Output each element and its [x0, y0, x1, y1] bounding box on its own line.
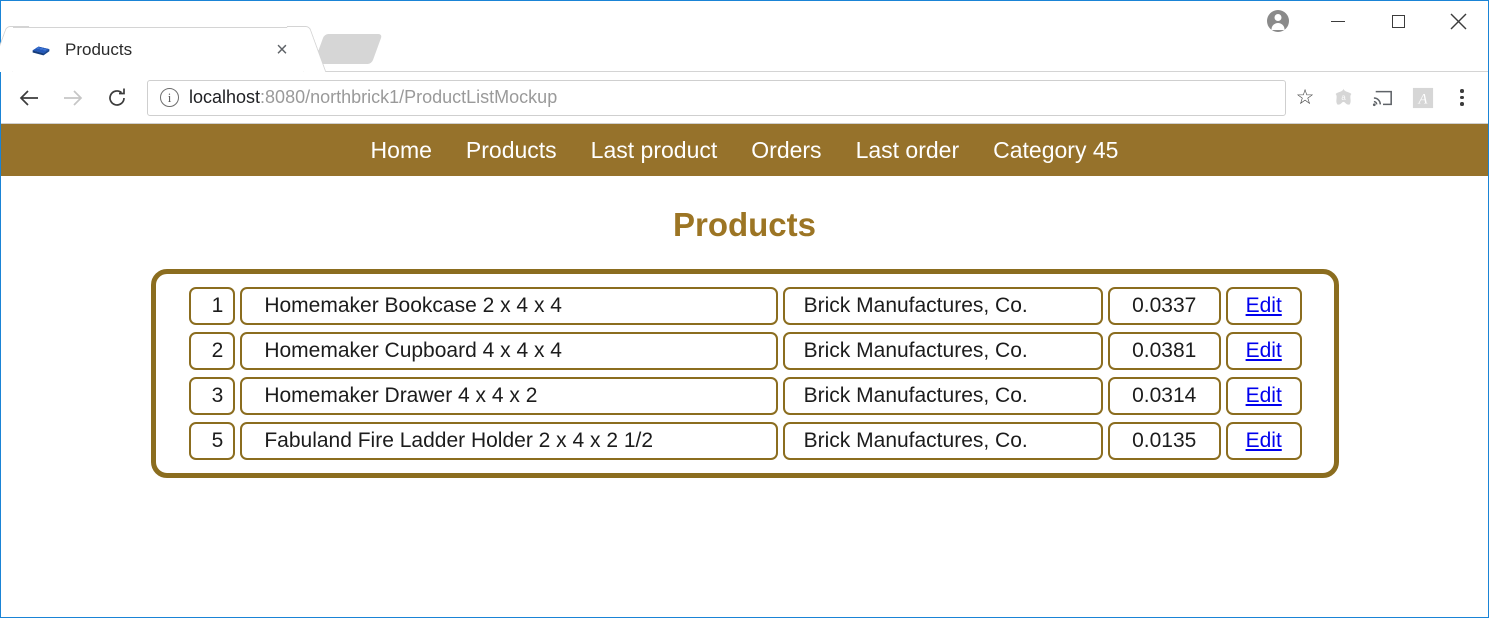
- product-manufacturer-cell: Brick Manufactures, Co.: [782, 332, 1103, 370]
- svg-text:A: A: [1418, 91, 1428, 107]
- edit-link[interactable]: Edit: [1246, 384, 1282, 408]
- product-list-table: 1 Homemaker Bookcase 2 x 4 x 4 Brick Man…: [150, 269, 1339, 478]
- three-dot-menu-icon[interactable]: [1446, 81, 1478, 115]
- menu-dot: [1460, 102, 1464, 106]
- tab-title: Products: [65, 39, 133, 59]
- page-title: Products: [672, 206, 817, 243]
- product-name-cell: Homemaker Bookcase 2 x 4 x 4: [240, 287, 778, 325]
- edit-link[interactable]: Edit: [1246, 339, 1282, 363]
- product-edit-cell: Edit: [1225, 287, 1302, 325]
- tab-top-outline: [13, 27, 303, 28]
- reload-button[interactable]: [95, 76, 139, 120]
- url-host: localhost: [189, 87, 261, 107]
- product-manufacturer-cell: Brick Manufactures, Co.: [782, 422, 1103, 460]
- product-price-cell: 0.0337: [1107, 287, 1221, 325]
- product-price-cell: 0.0381: [1107, 332, 1221, 370]
- window-controls: [1248, 1, 1488, 41]
- browser-window: Products × i localhost:8080/northbrick1/…: [0, 0, 1489, 618]
- lego-brick-icon: [31, 40, 51, 60]
- browser-toolbar: i localhost:8080/northbrick1/ProductList…: [1, 72, 1488, 124]
- address-bar[interactable]: i localhost:8080/northbrick1/ProductList…: [147, 79, 1286, 116]
- nav-item-home[interactable]: Home: [354, 137, 449, 164]
- url-path: :8080/northbrick1/ProductListMockup: [260, 87, 558, 107]
- minimize-button[interactable]: [1308, 1, 1368, 41]
- product-manufacturer-cell: Brick Manufactures, Co.: [782, 287, 1103, 325]
- adobe-glyph-icon: A: [1412, 87, 1434, 108]
- menu-dot: [1460, 89, 1464, 93]
- background-tab[interactable]: [313, 34, 383, 64]
- product-id-cell: 2: [188, 332, 236, 370]
- back-arrow-icon: [19, 89, 38, 106]
- back-button[interactable]: [7, 76, 51, 120]
- bookmark-star-icon[interactable]: ☆: [1290, 83, 1320, 113]
- product-name-cell: Homemaker Cupboard 4 x 4 x 4: [240, 332, 778, 370]
- reload-icon: [109, 88, 125, 106]
- product-price-cell: 0.0314: [1107, 377, 1221, 415]
- edit-link[interactable]: Edit: [1246, 429, 1282, 453]
- site-navigation: Home Products Last product Orders Last o…: [1, 124, 1488, 176]
- nav-item-last-order[interactable]: Last order: [839, 137, 977, 164]
- page-viewport: Home Products Last product Orders Last o…: [1, 124, 1488, 617]
- close-icon: [1450, 13, 1466, 29]
- table-row: 5 Fabuland Fire Ladder Holder 2 x 4 x 2 …: [188, 422, 1302, 460]
- nav-item-products[interactable]: Products: [449, 137, 574, 164]
- product-edit-cell: Edit: [1225, 422, 1302, 460]
- table-row: 2 Homemaker Cupboard 4 x 4 x 4 Brick Man…: [188, 332, 1302, 370]
- cast-icon[interactable]: [1366, 81, 1400, 115]
- product-manufacturer-cell: Brick Manufactures, Co.: [782, 377, 1103, 415]
- nav-item-category-45[interactable]: Category 45: [976, 137, 1135, 164]
- product-name-cell: Fabuland Fire Ladder Holder 2 x 4 x 2 1/…: [240, 422, 778, 460]
- product-id-cell: 1: [188, 287, 236, 325]
- site-info-icon[interactable]: i: [160, 88, 179, 107]
- forward-arrow-icon: [64, 89, 83, 106]
- profile-avatar-icon[interactable]: [1248, 1, 1308, 41]
- product-price-cell: 0.0135: [1107, 422, 1221, 460]
- svg-text:a: a: [1341, 93, 1346, 102]
- maximize-icon: [1391, 14, 1405, 28]
- browser-tab-products[interactable]: Products ×: [13, 27, 303, 72]
- product-id-cell: 5: [188, 422, 236, 460]
- tab-strip: Products ×: [1, 1, 1488, 72]
- url-text: localhost:8080/northbrick1/ProductListMo…: [189, 87, 1277, 108]
- product-name-cell: Homemaker Drawer 4 x 4 x 2: [240, 377, 778, 415]
- table-row: 3 Homemaker Drawer 4 x 4 x 2 Brick Manuf…: [188, 377, 1302, 415]
- close-window-button[interactable]: [1428, 1, 1488, 41]
- avast-glyph-icon: a: [1335, 88, 1351, 105]
- menu-dot: [1460, 95, 1464, 100]
- adobe-pdf-icon[interactable]: A: [1406, 81, 1440, 115]
- nav-item-orders[interactable]: Orders: [734, 137, 838, 164]
- forward-button: [51, 76, 95, 120]
- cast-glyph-icon: [1372, 90, 1392, 106]
- maximize-button[interactable]: [1368, 1, 1428, 41]
- avast-extension-icon[interactable]: a: [1326, 81, 1360, 115]
- product-edit-cell: Edit: [1225, 332, 1302, 370]
- table-row: 1 Homemaker Bookcase 2 x 4 x 4 Brick Man…: [188, 287, 1302, 325]
- minimize-icon: [1331, 20, 1345, 22]
- edit-link[interactable]: Edit: [1246, 294, 1282, 318]
- product-id-cell: 3: [188, 377, 236, 415]
- tab-close-icon[interactable]: ×: [271, 39, 293, 61]
- nav-item-last-product[interactable]: Last product: [574, 137, 735, 164]
- avatar: [1267, 10, 1289, 32]
- product-edit-cell: Edit: [1225, 377, 1302, 415]
